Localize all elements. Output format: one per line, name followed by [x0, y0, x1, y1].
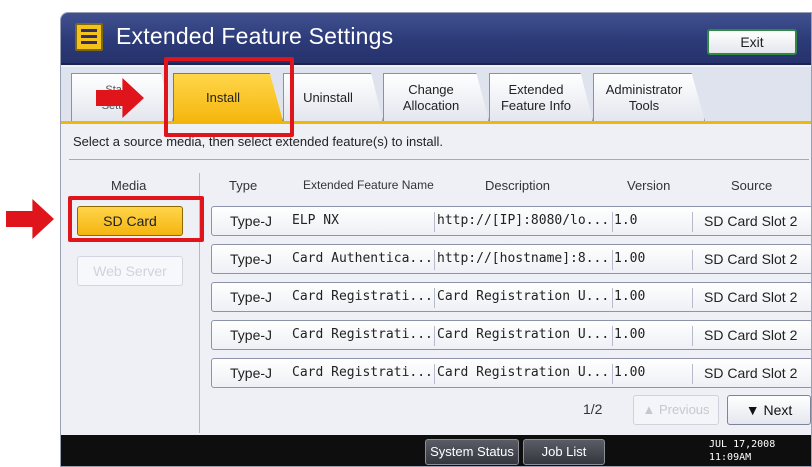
feature-name: ELP NX — [292, 213, 339, 228]
install-tab-highlight — [164, 57, 294, 137]
column-header-name: Extended Feature Name — [303, 178, 434, 192]
feature-version: 1.00 — [614, 365, 646, 380]
extended-feature-settings-icon — [75, 23, 103, 51]
column-header-description: Description — [485, 178, 551, 193]
feature-version: 1.00 — [614, 289, 646, 304]
tab-extended-feature-info[interactable]: Extended Feature Info — [489, 73, 593, 121]
feature-row[interactable]: Type-J Card Registrati... Card Registratio… — [211, 358, 811, 388]
sd-card-arrow-icon — [6, 199, 54, 239]
feature-version: 1.00 — [614, 251, 646, 266]
feature-source: SD Card Slot 2 — [704, 213, 798, 229]
feature-name: Card Registrati... — [292, 289, 433, 304]
divider — [69, 159, 809, 160]
job-list-button[interactable]: Job List — [523, 439, 605, 465]
cell-divider — [692, 326, 693, 346]
feature-description: http://[hostname]:8... — [437, 251, 610, 266]
tab-uninstall[interactable]: Uninstall — [283, 73, 383, 121]
tab-change-allocation-label: Change Allocation — [402, 81, 460, 113]
cell-divider — [434, 364, 435, 384]
column-header-source: Source — [731, 178, 773, 193]
window-title: Extended Feature Settings — [116, 23, 394, 49]
sd-card-highlight — [68, 196, 204, 242]
tab-extended-feature-info-label: Extended Feature Info — [500, 81, 572, 113]
feature-version: 1.00 — [614, 327, 646, 342]
feature-description: Card Registration U... — [437, 365, 610, 380]
cell-divider — [692, 288, 693, 308]
feature-source: SD Card Slot 2 — [704, 365, 798, 381]
feature-row[interactable]: Type-J Card Registrati... Card Registratio… — [211, 282, 811, 312]
clock: JUL 17,2008 11:09AM — [709, 438, 775, 464]
cell-divider — [434, 288, 435, 308]
feature-type: Type-J — [230, 213, 273, 229]
feature-type: Type-J — [230, 327, 273, 343]
cell-divider — [692, 212, 693, 232]
column-header-type: Type — [229, 178, 258, 193]
feature-source: SD Card Slot 2 — [704, 289, 798, 305]
feature-version: 1.0 — [614, 213, 638, 228]
feature-description: Card Registration U... — [437, 327, 610, 342]
feature-row[interactable]: Type-J Card Authentica... http://[hostname… — [211, 244, 811, 274]
feature-row[interactable]: Type-J Card Registrati... Card Registratio… — [211, 320, 811, 350]
cell-divider — [692, 364, 693, 384]
feature-description: http://[IP]:8080/lo... — [437, 213, 610, 228]
system-status-button[interactable]: System Status — [425, 439, 519, 465]
next-button[interactable]: ▼ Next — [727, 395, 811, 425]
tab-uninstall-label: Uninstall — [303, 89, 353, 105]
feature-type: Type-J — [230, 289, 273, 305]
feature-source: SD Card Slot 2 — [704, 327, 798, 343]
cell-divider — [434, 326, 435, 346]
feature-source: SD Card Slot 2 — [704, 251, 798, 267]
cell-divider — [612, 326, 613, 346]
cell-divider — [612, 212, 613, 232]
feature-name: Card Registrati... — [292, 327, 433, 342]
feature-name: Card Registrati... — [292, 365, 433, 380]
tab-administrator-tools[interactable]: Administrator Tools — [593, 73, 705, 121]
clock-time: 11:09AM — [709, 452, 752, 463]
status-bar: System Status Job List JUL 17,2008 11:09… — [61, 435, 811, 466]
feature-description: Card Registration U... — [437, 289, 610, 304]
feature-type: Type-J — [230, 251, 273, 267]
cell-divider — [612, 288, 613, 308]
column-header-version: Version — [627, 178, 671, 193]
page-indicator: 1/2 — [583, 401, 603, 417]
cell-divider — [612, 250, 613, 270]
cell-divider — [692, 250, 693, 270]
media-web-server-button[interactable]: Web Server — [77, 256, 183, 286]
column-header-media: Media — [111, 178, 147, 193]
tab-administrator-tools-label: Administrator Tools — [605, 81, 683, 113]
cell-divider — [612, 364, 613, 384]
cell-divider — [434, 250, 435, 270]
feature-row[interactable]: Type-J ELP NX http://[IP]:8080/lo... 1.0 SD … — [211, 206, 811, 236]
previous-button[interactable]: ▲ Previous — [633, 395, 719, 425]
feature-name: Card Authentica... — [292, 251, 433, 266]
tab-change-allocation[interactable]: Change Allocation — [383, 73, 489, 121]
cell-divider — [434, 212, 435, 232]
clock-date: JUL 17,2008 — [709, 439, 776, 450]
exit-button[interactable]: Exit — [707, 29, 797, 55]
feature-type: Type-J — [230, 365, 273, 381]
